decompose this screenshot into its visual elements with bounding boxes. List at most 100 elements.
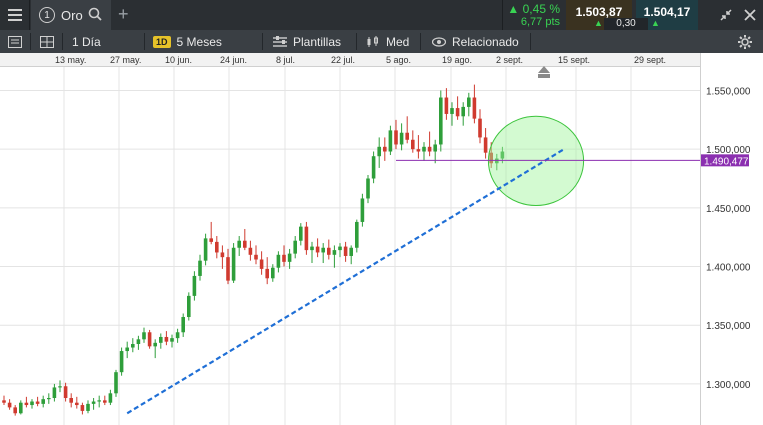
candle-body <box>254 254 258 260</box>
candle-body <box>131 344 135 348</box>
candle-body <box>287 253 292 262</box>
candle-body <box>321 247 325 253</box>
date-label: 29 sept. <box>634 55 667 65</box>
candle-body <box>226 257 230 281</box>
candle-body <box>377 146 381 157</box>
candle-body <box>52 387 57 399</box>
date-label: 2 sept. <box>496 55 524 65</box>
price-change: ▲ 0,45 % 6,77 pts <box>502 0 564 30</box>
chart-type-button[interactable]: Med <box>366 30 409 53</box>
layout-icon <box>8 35 22 48</box>
candle-body <box>181 317 185 333</box>
candle-body <box>19 402 23 414</box>
candle-body <box>248 247 253 255</box>
candle-body <box>164 336 169 342</box>
candle-body <box>282 254 286 262</box>
date-label: 15 sept. <box>558 55 591 65</box>
candle-body <box>153 342 157 347</box>
candle-body <box>433 144 437 152</box>
grid-button[interactable] <box>40 30 54 53</box>
candle-body <box>315 246 320 253</box>
candle-body <box>119 351 124 373</box>
candle-body <box>187 295 191 318</box>
date-label: 19 ago. <box>442 55 473 65</box>
spread-up-arrow-icon: ▲ <box>594 18 603 28</box>
candle-body <box>192 275 197 296</box>
chart-toolbar: 1 Día 1D 5 Meses Plantillas Med Relacion… <box>0 30 763 53</box>
settings-gear-icon[interactable] <box>737 34 753 50</box>
templates-button[interactable]: Plantillas <box>273 30 341 53</box>
candle-body <box>86 403 90 411</box>
close-icon[interactable] <box>742 7 758 23</box>
candle-body <box>349 247 353 256</box>
chart-type-label: Med <box>386 34 410 49</box>
candle-body <box>461 106 465 117</box>
candle-body <box>422 146 426 152</box>
spread-up-arrow-icon: ▲ <box>651 18 660 28</box>
price-label: 1.550,000 <box>706 86 751 97</box>
collapse-icon[interactable] <box>718 7 734 23</box>
interval-label: 1 Día <box>72 34 101 49</box>
date-label: 27 may. <box>110 55 142 65</box>
candle-body <box>271 267 275 279</box>
change-percent: ▲ 0,45 % <box>507 2 560 16</box>
price-label: 1.300,000 <box>706 380 751 391</box>
search-icon[interactable] <box>88 7 102 21</box>
candle-body <box>58 386 62 388</box>
price-label: 1.400,000 <box>706 263 751 274</box>
candle-body <box>472 97 477 119</box>
candle-body <box>293 240 297 254</box>
candle-body <box>35 401 40 404</box>
spread-value: 0,30 <box>604 18 648 30</box>
candlestick-chart[interactable]: 1.300,0001.350,0001.400,0001.450,0001.50… <box>0 67 763 425</box>
candle-body <box>416 149 421 152</box>
candle-body <box>276 254 281 268</box>
candle-body <box>427 146 432 152</box>
candle-body <box>75 402 79 406</box>
range-badge: 1D <box>153 35 171 48</box>
templates-label: Plantillas <box>293 34 342 49</box>
interval-selector[interactable]: 1 Día <box>72 30 101 53</box>
current-price-label: 1.490,477 <box>704 156 749 167</box>
candle-body <box>237 240 241 248</box>
price-label: 1.450,000 <box>706 204 751 215</box>
candle-body <box>243 240 247 248</box>
candle-body <box>327 247 331 255</box>
price-label: 1.350,000 <box>706 321 751 332</box>
top-bar: 1 Oro + ▲ 0,45 % 6,77 pts 1.503,87 1.504… <box>0 0 763 30</box>
candle-body <box>366 178 370 199</box>
candle-body <box>399 132 404 145</box>
change-points: 6,77 pts <box>520 16 560 28</box>
candle-body <box>108 393 113 403</box>
candle-body <box>259 259 264 269</box>
candle-body <box>332 250 337 255</box>
range-selector[interactable]: 1D 5 Meses <box>153 30 222 53</box>
candle-body <box>159 336 163 343</box>
candle-body <box>209 238 213 242</box>
menu-button[interactable] <box>0 0 30 30</box>
candle-body <box>444 97 449 114</box>
related-button[interactable]: Relacionado <box>432 30 519 53</box>
candle-body <box>198 260 202 276</box>
layout-button[interactable] <box>8 30 22 53</box>
candle-body <box>483 137 488 153</box>
candle-body <box>13 407 17 414</box>
scroll-to-end-icon[interactable] <box>536 64 552 80</box>
candle-body <box>405 132 409 140</box>
related-label: Relacionado <box>452 34 519 49</box>
candle-body <box>175 332 180 339</box>
candle-body <box>136 339 141 345</box>
hamburger-icon <box>7 9 22 21</box>
candle-body <box>439 97 443 145</box>
candle-body <box>7 402 12 408</box>
grid-icon <box>40 35 54 48</box>
templates-icon <box>273 35 287 47</box>
candle-body <box>47 398 51 400</box>
candle-body <box>142 332 146 340</box>
candle-body <box>467 97 471 107</box>
add-tab-button[interactable]: + <box>118 4 129 25</box>
candle-body <box>450 108 454 114</box>
tab-number: 1 <box>39 7 55 23</box>
candle-body <box>69 398 73 403</box>
candle-body <box>338 246 342 251</box>
